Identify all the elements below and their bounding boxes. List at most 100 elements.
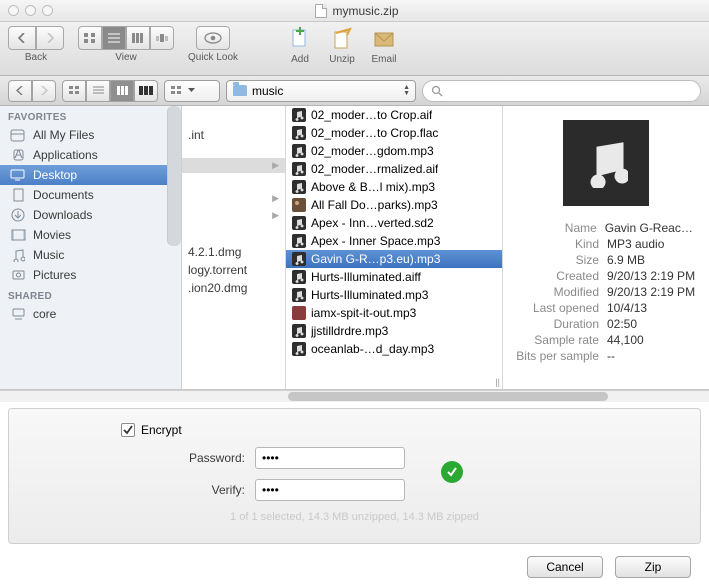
path-bar: music ▲▼ <box>0 76 709 106</box>
view-seg <box>62 80 158 102</box>
view-list-button[interactable] <box>102 26 126 50</box>
verify-input[interactable] <box>255 479 405 501</box>
file-row[interactable]: Hurts-Illuminated.aiff <box>286 268 502 286</box>
password-label: Password: <box>27 451 245 465</box>
audio-file-icon <box>292 270 306 284</box>
list-item[interactable]: .ion20.dmg <box>182 279 285 297</box>
cancel-button[interactable]: Cancel <box>527 556 603 578</box>
audio-file-icon <box>292 342 306 356</box>
sidebar-item-downloads[interactable]: Downloads <box>0 205 181 225</box>
quick-look-label: Quick Look <box>188 52 238 63</box>
view-group: View <box>78 26 174 63</box>
chevron-right-icon: ▶ <box>272 193 279 204</box>
file-label: 02_moder…to Crop.aif <box>311 108 432 122</box>
forward-button[interactable] <box>36 26 64 50</box>
file-row[interactable]: Apex - Inn…verted.sd2 <box>286 214 502 232</box>
password-input[interactable] <box>255 447 405 469</box>
window-title: mymusic.zip <box>53 4 661 18</box>
file-row[interactable]: Gavin G-R…p3.eu).mp3 <box>286 250 502 268</box>
nav-back-button[interactable] <box>8 80 32 102</box>
path-popup[interactable]: music ▲▼ <box>226 80 416 102</box>
file-row[interactable]: 02_moder…to Crop.aif <box>286 106 502 124</box>
path-label: music <box>252 84 283 98</box>
nav-forward-button[interactable] <box>32 80 56 102</box>
search-field[interactable] <box>422 80 701 102</box>
audio-file-icon <box>292 288 306 302</box>
zip-button[interactable]: Zip <box>615 556 691 578</box>
file-row[interactable]: iamx-spit-it-out.mp3 <box>286 304 502 322</box>
file-label: 02_moder…gdom.mp3 <box>311 144 434 158</box>
file-label: Hurts-Illuminated.mp3 <box>311 288 428 302</box>
view-icons-small[interactable] <box>62 80 86 102</box>
file-row[interactable]: oceanlab-…d_day.mp3 <box>286 340 502 358</box>
music-icon <box>10 248 26 262</box>
list-item[interactable]: ▶ <box>182 158 285 173</box>
file-row[interactable]: All Fall Do…parks).mp3 <box>286 196 502 214</box>
file-row[interactable]: 02_moder…to Crop.flac <box>286 124 502 142</box>
title-text: mymusic.zip <box>332 4 398 18</box>
file-label: Above & B…l mix).mp3 <box>311 180 435 194</box>
audio-file-icon <box>292 180 306 194</box>
sidebar-item-desktop[interactable]: Desktop <box>0 165 181 185</box>
audio-file-icon <box>292 324 306 338</box>
list-item[interactable]: .int <box>182 126 285 144</box>
file-label: Apex - Inner Space.mp3 <box>311 234 440 248</box>
list-item[interactable]: logy.torrent <box>182 261 285 279</box>
file-row[interactable]: Hurts-Illuminated.mp3 <box>286 286 502 304</box>
audio-file-icon <box>292 162 306 176</box>
sidebar-item-applications[interactable]: AApplications <box>0 145 181 165</box>
sidebar-item-music[interactable]: Music <box>0 245 181 265</box>
list-item[interactable]: ▶ <box>182 208 285 223</box>
zoom-icon[interactable] <box>42 5 53 16</box>
file-label: 02_moder…to Crop.flac <box>311 126 438 140</box>
quicklook-group: Quick Look <box>188 26 238 63</box>
horizontal-scrollbar[interactable] <box>0 390 709 402</box>
file-label: jjstilldrdre.mp3 <box>311 324 388 338</box>
audio-file-icon <box>292 144 306 158</box>
browser-columns: FAVORITES All My Files AApplications Des… <box>0 106 709 390</box>
sidebar-item-core[interactable]: core <box>0 304 181 324</box>
view-columns-button[interactable] <box>126 26 150 50</box>
sidebar-item-all-my-files[interactable]: All My Files <box>0 125 181 145</box>
email-action[interactable]: Email <box>370 26 398 65</box>
sidebar-item-pictures[interactable]: Pictures <box>0 265 181 285</box>
back-button[interactable] <box>8 26 36 50</box>
document-icon <box>315 4 327 18</box>
music-note-icon <box>584 138 628 188</box>
view-list-small[interactable] <box>86 80 110 102</box>
view-icons-button[interactable] <box>78 26 102 50</box>
applications-icon: A <box>10 148 26 162</box>
encrypt-checkbox[interactable] <box>121 423 135 437</box>
file-row[interactable]: jjstilldrdre.mp3 <box>286 322 502 340</box>
sidebar-item-movies[interactable]: Movies <box>0 225 181 245</box>
svg-text:A: A <box>14 148 22 161</box>
file-row[interactable]: Apex - Inner Space.mp3 <box>286 232 502 250</box>
status-subtext: 1 of 1 selected, 14.3 MB unzipped, 14.3 … <box>27 511 682 523</box>
quick-look-button[interactable] <box>196 26 230 50</box>
list-item[interactable]: ▶ <box>182 191 285 206</box>
add-action[interactable]: Add <box>286 26 314 65</box>
art-file-icon <box>292 198 306 212</box>
preview-thumbnail <box>563 120 649 206</box>
all-files-icon <box>10 128 26 142</box>
file-row[interactable]: 02_moder…rmalized.aif <box>286 160 502 178</box>
sidebar-scrollbar[interactable] <box>167 106 181 246</box>
view-coverflow-small[interactable] <box>134 80 158 102</box>
file-list-column: 02_moder…to Crop.aif 02_moder…to Crop.fla… <box>286 106 503 389</box>
list-item[interactable]: 4.2.1.dmg <box>182 243 285 261</box>
close-icon[interactable] <box>8 5 19 16</box>
view-coverflow-button[interactable] <box>150 26 174 50</box>
column-resize-icon[interactable]: || <box>495 377 500 387</box>
file-row[interactable]: Above & B…l mix).mp3 <box>286 178 502 196</box>
view-columns-small[interactable] <box>110 80 134 102</box>
arrange-dropdown[interactable] <box>164 80 220 102</box>
sidebar: FAVORITES All My Files AApplications Des… <box>0 106 182 389</box>
file-row[interactable]: 02_moder…gdom.mp3 <box>286 142 502 160</box>
chevron-down-icon <box>188 88 195 93</box>
sidebar-item-documents[interactable]: Documents <box>0 185 181 205</box>
minimize-icon[interactable] <box>25 5 36 16</box>
computer-icon <box>10 307 26 321</box>
file-label: Apex - Inn…verted.sd2 <box>311 216 434 230</box>
add-icon <box>286 26 314 52</box>
unzip-action[interactable]: Unzip <box>328 26 356 65</box>
